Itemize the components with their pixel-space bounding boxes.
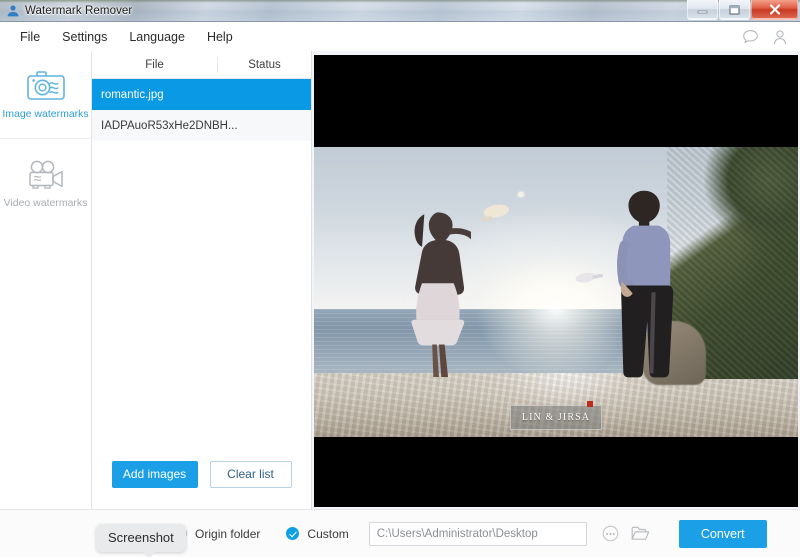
radio-custom[interactable]: Custom bbox=[286, 526, 349, 541]
table-row[interactable]: romantic.jpg bbox=[92, 79, 311, 110]
screenshot-tooltip: Screenshot bbox=[96, 524, 186, 557]
maximize-icon bbox=[729, 4, 740, 15]
close-icon bbox=[769, 4, 780, 15]
clear-list-button[interactable]: Clear list bbox=[209, 460, 292, 488]
sidebar-item-label: Video watermarks bbox=[3, 196, 88, 209]
minimize-button[interactable] bbox=[687, 0, 718, 20]
watermark-text: LIN & JIRSA bbox=[521, 411, 591, 423]
add-images-button[interactable]: Add images bbox=[111, 460, 198, 488]
open-folder-icon bbox=[631, 526, 650, 540]
account-icon[interactable] bbox=[772, 29, 788, 45]
photo-woman bbox=[411, 212, 472, 378]
sidebar: Image watermarks Video watermarks bbox=[0, 51, 92, 509]
ellipsis-circle-icon bbox=[602, 525, 619, 542]
menu-bar-actions bbox=[742, 22, 788, 51]
column-header-file: File bbox=[145, 58, 164, 71]
more-options-button[interactable] bbox=[601, 524, 621, 544]
menu-bar: File Settings Language Help bbox=[0, 22, 800, 51]
window-title: Watermark Remover bbox=[25, 5, 133, 17]
menu-items: File Settings Language Help bbox=[9, 22, 244, 51]
sidebar-item-label: Image watermarks bbox=[2, 108, 89, 121]
camera-icon bbox=[26, 71, 65, 101]
minimize-icon bbox=[697, 10, 708, 14]
output-destination-group: Origin folder Custom bbox=[174, 527, 349, 541]
user-icon bbox=[7, 5, 19, 17]
column-header-status: Status bbox=[217, 56, 311, 73]
convert-button[interactable]: Convert bbox=[678, 519, 767, 548]
main-content: Image watermarks Video watermarks File S… bbox=[0, 51, 800, 509]
title-bar-left: Watermark Remover bbox=[6, 0, 133, 21]
watermark-mark-icon bbox=[586, 401, 593, 408]
video-camera-icon bbox=[28, 160, 63, 189]
menu-file[interactable]: File bbox=[9, 26, 51, 48]
file-name: romantic.jpg bbox=[101, 88, 164, 101]
application-window: Watermark Remover File Settings Language… bbox=[0, 0, 800, 557]
chat-bubble-icon[interactable] bbox=[742, 29, 759, 45]
output-path-input[interactable] bbox=[368, 521, 587, 546]
menu-settings[interactable]: Settings bbox=[51, 26, 118, 48]
title-bar: Watermark Remover bbox=[0, 0, 800, 22]
table-row[interactable]: IADPAuoR53xHe2DNBH... bbox=[92, 110, 311, 141]
sidebar-item-image-watermarks[interactable]: Image watermarks bbox=[0, 51, 91, 139]
window-controls bbox=[686, 0, 798, 21]
watermark-overlay[interactable]: LIN & JIRSA bbox=[510, 401, 602, 430]
sidebar-item-video-watermarks[interactable]: Video watermarks bbox=[0, 139, 91, 227]
file-name: IADPAuoR53xHe2DNBH... bbox=[101, 119, 238, 132]
photo-ball bbox=[518, 191, 524, 198]
file-list-actions: Add images Clear list bbox=[92, 439, 311, 509]
menu-help[interactable]: Help bbox=[196, 26, 244, 48]
preview-panel: LIN & JIRSA bbox=[312, 51, 800, 509]
radio-origin-folder-label: Origin folder bbox=[195, 526, 261, 541]
close-button[interactable] bbox=[751, 0, 798, 20]
file-list-panel: File Status romantic.jpg IADPAuoR53xHe2D… bbox=[92, 51, 312, 509]
radio-custom-label: Custom bbox=[307, 526, 349, 541]
menu-language[interactable]: Language bbox=[118, 26, 196, 48]
radio-origin-folder[interactable]: Origin folder bbox=[174, 527, 260, 541]
photo-man bbox=[616, 190, 673, 378]
preview-stage[interactable]: LIN & JIRSA bbox=[314, 55, 798, 507]
photo-paddle-right bbox=[576, 272, 604, 283]
maximize-button[interactable] bbox=[719, 0, 750, 20]
file-list-header: File Status bbox=[92, 51, 311, 79]
photo-paddle-left bbox=[480, 204, 509, 222]
browse-folder-button[interactable] bbox=[631, 524, 651, 544]
radio-indicator-selected bbox=[286, 527, 300, 540]
preview-image[interactable]: LIN & JIRSA bbox=[314, 147, 798, 437]
